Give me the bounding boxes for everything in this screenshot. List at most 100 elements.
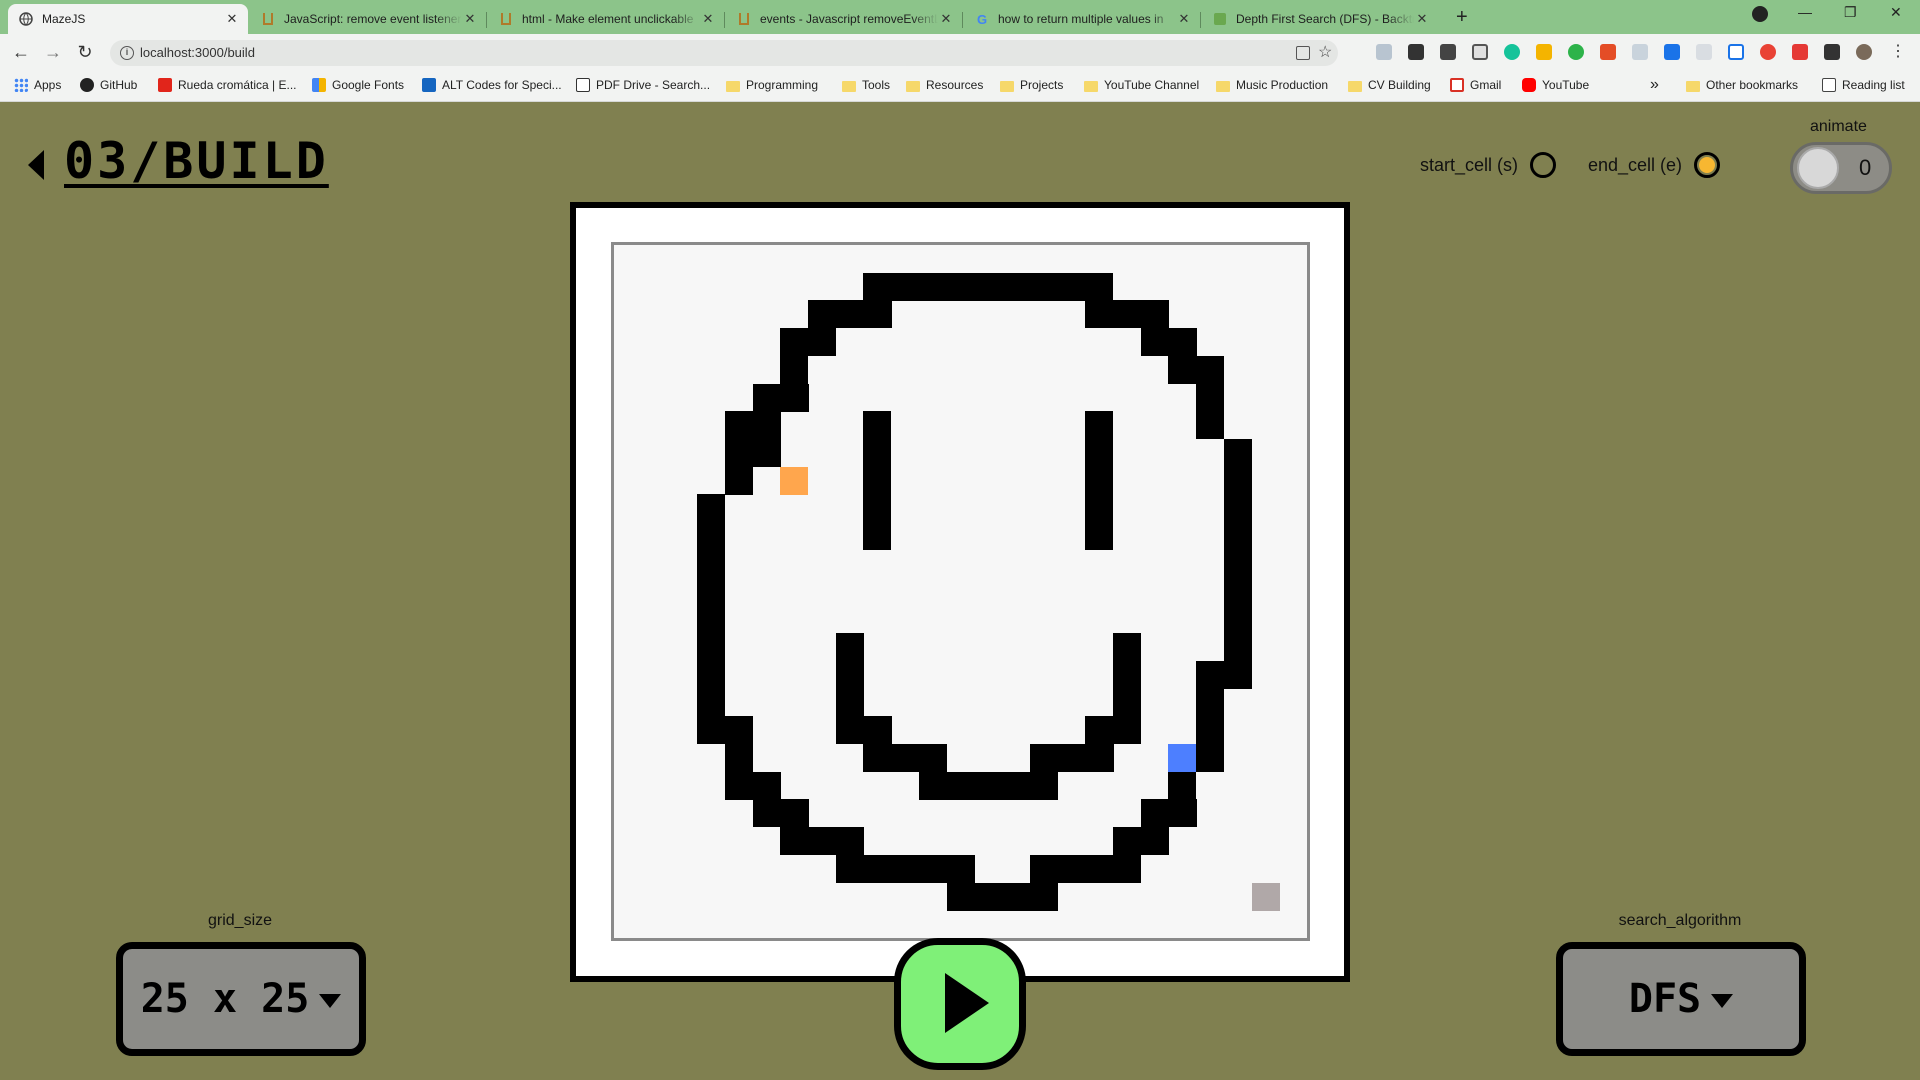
menu-kebab-icon[interactable]: ⋮ <box>1890 44 1906 60</box>
maze-grid[interactable] <box>614 245 1307 938</box>
wall-cell[interactable] <box>724 439 781 468</box>
bookmarks-overflow[interactable]: » <box>1650 76 1659 94</box>
bookmark-pdfdrive[interactable]: PDF Drive - Search... <box>576 78 710 92</box>
wall-cell[interactable] <box>752 799 809 828</box>
tab-remove-event-l[interactable]: events - Javascript removeEventL ✕ <box>726 4 962 34</box>
wall-cell[interactable] <box>780 328 837 357</box>
end-cell[interactable] <box>1168 743 1197 772</box>
other-bookmarks[interactable]: Other bookmarks <box>1686 78 1798 92</box>
wall-cell[interactable] <box>1085 716 1142 745</box>
wall-cell[interactable] <box>1112 827 1169 856</box>
wall-cell[interactable] <box>1029 854 1141 883</box>
wall-cell[interactable] <box>1223 522 1252 551</box>
extension-icon[interactable] <box>1632 44 1648 60</box>
close-icon[interactable]: ✕ <box>1414 11 1430 27</box>
bookmark-youtube[interactable]: YouTube <box>1522 78 1589 92</box>
tab-remove-event-listener[interactable]: JavaScript: remove event listener ✕ <box>250 4 486 34</box>
grid-size-select[interactable]: 25 x 25 <box>116 942 366 1056</box>
profile-avatar[interactable] <box>1856 44 1872 60</box>
toggle-knob[interactable] <box>1797 147 1839 189</box>
wall-cell[interactable] <box>1029 743 1114 772</box>
wall-cell[interactable] <box>724 411 781 440</box>
wall-cell[interactable] <box>1196 660 1253 689</box>
wall-cell[interactable] <box>946 882 1058 911</box>
close-icon[interactable]: ✕ <box>462 11 478 27</box>
wall-cell[interactable] <box>1085 522 1114 551</box>
end-cell-radio[interactable] <box>1694 152 1721 178</box>
wall-cell[interactable] <box>1168 355 1225 384</box>
wall-cell[interactable] <box>1168 771 1197 800</box>
wall-cell[interactable] <box>697 494 726 523</box>
translate-icon[interactable] <box>1296 46 1310 60</box>
extension-icon[interactable] <box>1440 44 1456 60</box>
wall-cell[interactable] <box>835 633 864 662</box>
address-bar[interactable]: i localhost:3000/build ☆ <box>110 40 1338 66</box>
wall-cell[interactable] <box>1085 494 1114 523</box>
wall-cell[interactable] <box>1196 411 1225 440</box>
close-icon[interactable]: ✕ <box>700 11 716 27</box>
play-button[interactable] <box>894 938 1026 1070</box>
close-icon[interactable]: ✕ <box>1176 11 1192 27</box>
wall-cell[interactable] <box>1085 411 1114 440</box>
tab-mazejs[interactable]: MazeJS ✕ <box>8 4 248 34</box>
bookmark-resources[interactable]: Resources <box>906 78 983 92</box>
wall-cell[interactable] <box>808 300 893 329</box>
start-cell-radio[interactable] <box>1530 152 1557 178</box>
bookmark-tools[interactable]: Tools <box>842 78 890 92</box>
wall-cell[interactable] <box>1196 716 1225 745</box>
wall-cell[interactable] <box>1223 633 1252 662</box>
wall-cell[interactable] <box>752 383 809 412</box>
wall-cell[interactable] <box>724 771 781 800</box>
extension-icon[interactable] <box>1472 44 1488 60</box>
bookmark-apps[interactable]: Apps <box>14 78 61 92</box>
wall-cell[interactable] <box>863 494 892 523</box>
extension-icon[interactable] <box>1696 44 1712 60</box>
wall-cell[interactable] <box>697 577 726 606</box>
bookmark-youtube-channel[interactable]: YouTube Channel <box>1084 78 1199 92</box>
wall-cell[interactable] <box>835 854 975 883</box>
wall-cell[interactable] <box>1112 633 1141 662</box>
tab-return-multiple-values[interactable]: G how to return multiple values in ✕ <box>964 4 1200 34</box>
bookmark-star-icon[interactable]: ☆ <box>1318 40 1332 66</box>
restore-icon[interactable]: ❐ <box>1844 4 1857 21</box>
reading-list[interactable]: Reading list <box>1822 78 1905 92</box>
new-tab-icon[interactable]: + <box>1456 6 1468 29</box>
bookmark-programming[interactable]: Programming <box>726 78 818 92</box>
wall-cell[interactable] <box>1223 439 1252 468</box>
bookmark-projects[interactable]: Projects <box>1000 78 1063 92</box>
marker-cell[interactable] <box>1251 882 1280 911</box>
close-icon[interactable]: ✕ <box>938 11 954 27</box>
extensions-puzzle-icon[interactable] <box>1824 44 1840 60</box>
wall-cell[interactable] <box>697 716 754 745</box>
bookmark-github[interactable]: GitHub <box>80 78 137 92</box>
wall-cell[interactable] <box>1196 688 1225 717</box>
wall-cell[interactable] <box>835 688 864 717</box>
wall-cell[interactable] <box>1223 494 1252 523</box>
wall-cell[interactable] <box>1085 300 1170 329</box>
tab-make-element-unclickable[interactable]: html - Make element unclickable ✕ <box>488 4 724 34</box>
wall-cell[interactable] <box>1085 466 1114 495</box>
wall-cell[interactable] <box>863 743 948 772</box>
extension-icon[interactable] <box>1792 44 1808 60</box>
back-arrow-icon[interactable] <box>28 150 44 180</box>
wall-cell[interactable] <box>780 827 865 856</box>
wall-cell[interactable] <box>1223 549 1252 578</box>
extension-icon[interactable] <box>1664 44 1680 60</box>
wall-cell[interactable] <box>724 466 753 495</box>
wall-cell[interactable] <box>724 743 753 772</box>
bookmark-music-production[interactable]: Music Production <box>1216 78 1328 92</box>
bookmark-gmail[interactable]: Gmail <box>1450 78 1501 92</box>
wall-cell[interactable] <box>697 688 726 717</box>
bookmark-cv-building[interactable]: CV Building <box>1348 78 1431 92</box>
extension-icon[interactable] <box>1376 44 1392 60</box>
search-algorithm-select[interactable]: DFS <box>1556 942 1806 1056</box>
wall-cell[interactable] <box>835 716 892 745</box>
start-cell-option[interactable]: start_cell (s) <box>1420 152 1557 178</box>
wall-cell[interactable] <box>1112 660 1141 689</box>
extension-icon[interactable] <box>1408 44 1424 60</box>
forward-icon[interactable]: → <box>42 41 64 63</box>
wall-cell[interactable] <box>697 549 726 578</box>
start-cell[interactable] <box>780 466 809 495</box>
wall-cell[interactable] <box>918 771 1058 800</box>
wall-cell[interactable] <box>1085 439 1114 468</box>
